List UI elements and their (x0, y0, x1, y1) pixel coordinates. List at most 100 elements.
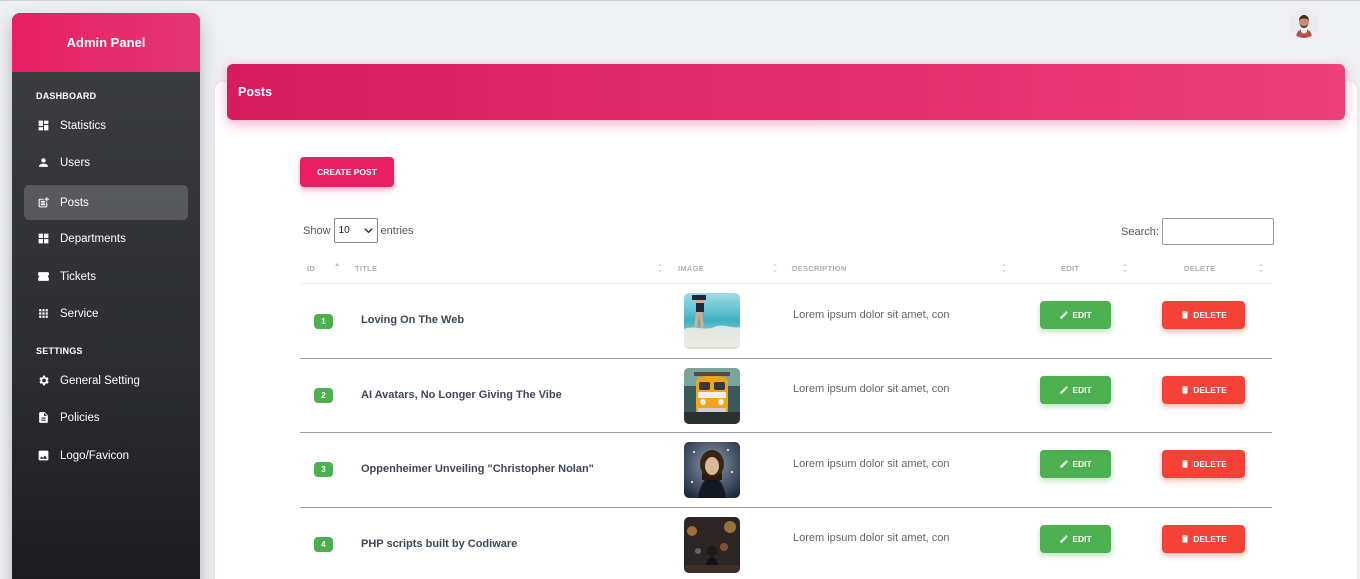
delete-label: DELETE (1193, 310, 1227, 320)
section-label-settings: SETTINGS (36, 346, 83, 356)
sidebar-item-departments[interactable]: Departments (24, 221, 188, 256)
post-description: Lorem ipsum dolor sit amet, con (793, 532, 950, 544)
image-icon (36, 449, 50, 463)
entries-length-control: Show 10 entries (303, 218, 414, 243)
delete-button[interactable]: DELETE (1162, 450, 1245, 478)
post-description: Lorem ipsum dolor sit amet, con (793, 383, 950, 395)
entries-select[interactable]: 10 (333, 218, 378, 243)
sidebar: Admin Panel DASHBOARD Statistics Users P… (12, 13, 200, 579)
post-description: Lorem ipsum dolor sit amet, con (793, 309, 950, 321)
edit-button[interactable]: EDIT (1040, 525, 1111, 553)
delete-label: DELETE (1193, 385, 1227, 395)
column-header-edit[interactable]: EDIT (1061, 264, 1079, 273)
sort-icon (1002, 263, 1006, 273)
post-image-city-night (684, 517, 740, 573)
sidebar-item-tickets[interactable]: Tickets (24, 259, 188, 294)
sidebar-item-service[interactable]: Service (24, 296, 188, 331)
gear-icon (36, 374, 50, 388)
chevron-down-icon (363, 228, 373, 234)
sidebar-item-label: Policies (60, 411, 100, 424)
top-border (0, 0, 1360, 1)
sidebar-item-label: Users (60, 156, 91, 169)
show-label: Show (303, 224, 331, 237)
sidebar-item-posts[interactable]: Posts (24, 185, 188, 220)
person-icon (36, 156, 50, 170)
post-title: AI Avatars, No Longer Giving The Vibe (361, 389, 562, 401)
post-title: Loving On The Web (361, 314, 465, 326)
sidebar-item-users[interactable]: Users (24, 145, 188, 180)
pencil-icon (1060, 386, 1069, 394)
document-icon (36, 411, 50, 425)
row-divider (300, 507, 1272, 508)
sidebar-item-label: Logo/Favicon (60, 449, 130, 462)
edit-label: EDIT (1072, 385, 1092, 395)
sidebar-item-label: Statistics (60, 119, 107, 132)
post-description: Lorem ipsum dolor sit amet, con (793, 458, 950, 470)
trash-icon (1182, 535, 1189, 543)
apps-icon (36, 307, 50, 321)
post-add-icon (36, 196, 50, 210)
column-header-id[interactable]: ID (307, 264, 315, 273)
avatar[interactable] (1290, 10, 1318, 38)
delete-button[interactable]: DELETE (1162, 525, 1245, 553)
edit-button[interactable]: EDIT (1040, 450, 1111, 478)
search-input[interactable] (1161, 218, 1274, 245)
section-label-dashboard: DASHBOARD (36, 91, 97, 101)
sort-icon (773, 263, 777, 273)
delete-label: DELETE (1193, 534, 1227, 544)
edit-label: EDIT (1072, 459, 1092, 469)
post-title: Oppenheimer Unveiling "Christopher Nolan… (361, 463, 594, 475)
dashboard-icon (36, 119, 50, 133)
trash-icon (1182, 311, 1189, 319)
search-control: Search: (1121, 218, 1274, 245)
post-image-beach (684, 293, 740, 349)
row-divider (300, 358, 1272, 359)
delete-button[interactable]: DELETE (1162, 301, 1245, 329)
page-title: Posts (227, 64, 1345, 120)
trash-icon (1182, 386, 1189, 394)
sidebar-item-policies[interactable]: Policies (24, 400, 188, 435)
entries-select-value: 10 (338, 225, 350, 236)
id-badge: 1 (314, 314, 333, 329)
id-badge: 3 (314, 462, 333, 477)
sort-asc-icon (335, 263, 339, 266)
user-avatar-icon (1290, 10, 1318, 38)
id-badge: 2 (314, 388, 333, 403)
sort-icon (658, 263, 662, 273)
delete-button[interactable]: DELETE (1162, 376, 1245, 404)
sidebar-item-general-setting[interactable]: General Setting (24, 363, 188, 398)
edit-button[interactable]: EDIT (1040, 376, 1111, 404)
trash-icon (1182, 460, 1189, 468)
post-title: PHP scripts built by Codiware (361, 538, 518, 550)
column-header-delete[interactable]: DELETE (1184, 264, 1215, 273)
sidebar-item-logo-favicon[interactable]: Logo/Favicon (24, 438, 188, 473)
id-badge: 4 (314, 537, 333, 552)
search-label: Search: (1121, 225, 1159, 238)
pencil-icon (1060, 311, 1069, 319)
sidebar-item-label: General Setting (60, 374, 140, 387)
sidebar-item-label: Posts (60, 196, 89, 209)
sidebar-item-label: Tickets (60, 270, 96, 283)
sidebar-item-label: Departments (60, 232, 126, 245)
pencil-icon (1060, 460, 1069, 468)
table-header-divider (300, 283, 1272, 284)
column-header-title[interactable]: TITLE (355, 264, 377, 273)
brand-title[interactable]: Admin Panel (12, 13, 200, 72)
edit-label: EDIT (1072, 534, 1092, 544)
edit-label: EDIT (1072, 310, 1092, 320)
ticket-icon (36, 270, 50, 284)
row-divider (300, 432, 1272, 433)
edit-button[interactable]: EDIT (1040, 301, 1111, 329)
delete-label: DELETE (1193, 459, 1227, 469)
sidebar-item-label: Service (60, 307, 99, 320)
post-image-van (684, 368, 740, 424)
entries-label: entries (380, 224, 414, 237)
grid-icon (36, 232, 50, 246)
column-header-description[interactable]: DESCRIPTION (792, 264, 847, 273)
pencil-icon (1060, 535, 1069, 543)
column-header-image[interactable]: IMAGE (678, 264, 704, 273)
sort-icon (1259, 263, 1263, 273)
create-post-button[interactable]: CREATE POST (300, 157, 394, 187)
sidebar-item-statistics[interactable]: Statistics (24, 108, 188, 143)
post-image-winter-portrait (684, 442, 740, 498)
